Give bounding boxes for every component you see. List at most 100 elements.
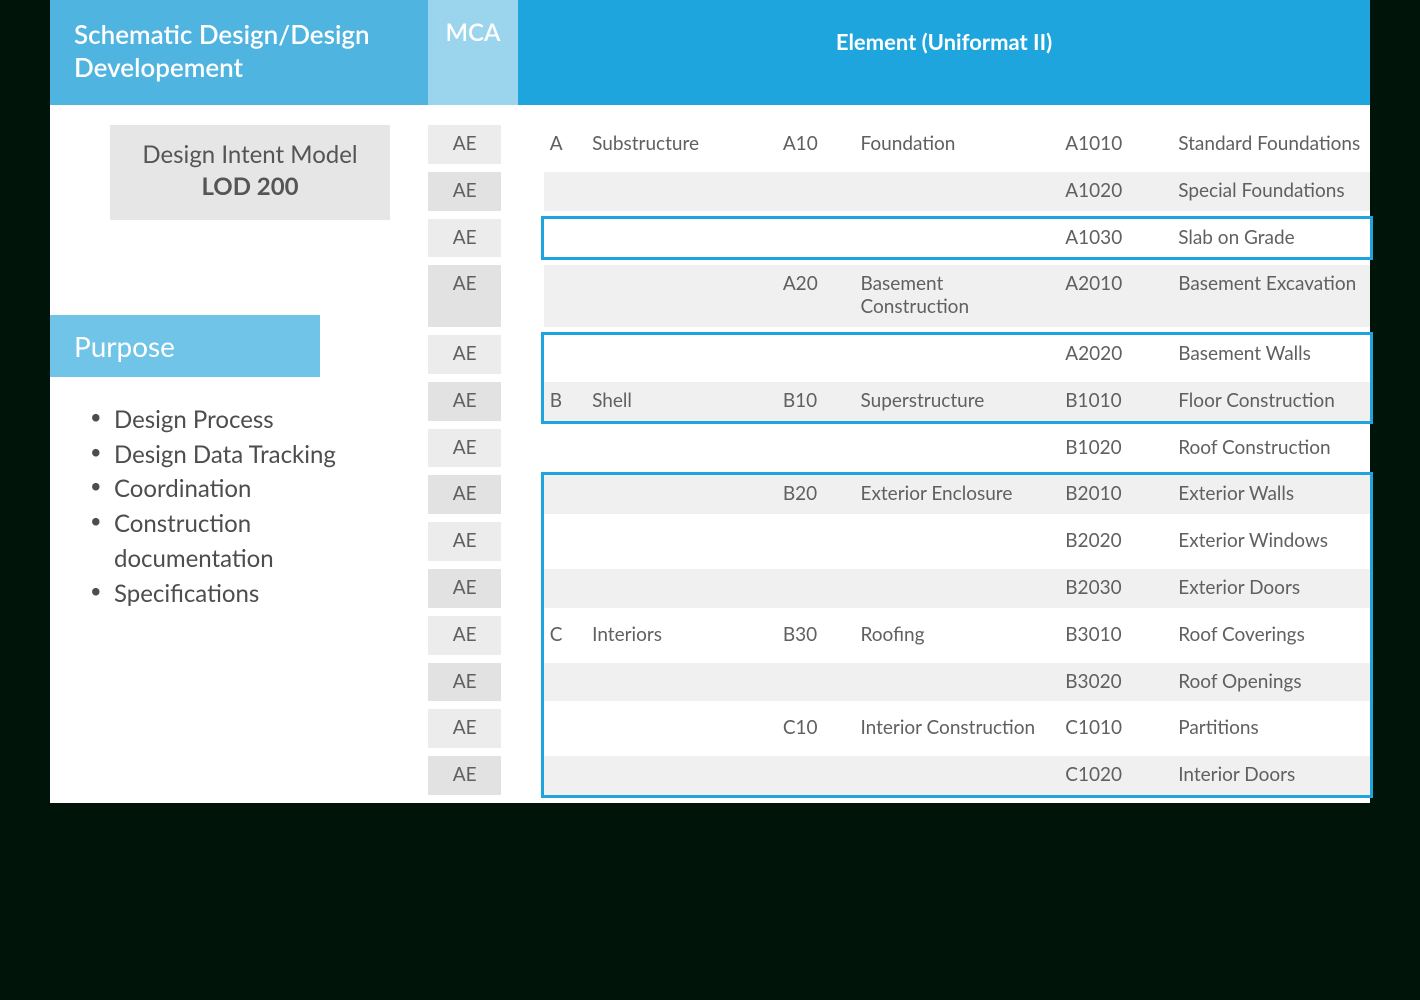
- table-cell: [854, 335, 1059, 374]
- table-cell: AE: [428, 522, 501, 561]
- table-cell: [544, 709, 586, 748]
- element-table: AEASubstructureA10FoundationA1010Standar…: [428, 117, 1370, 803]
- table-cell: [854, 522, 1059, 561]
- table-cell: AE: [428, 616, 501, 655]
- table-cell: Partitions: [1172, 709, 1370, 748]
- table-cell: [501, 569, 543, 608]
- table-cell: Special Foundations: [1172, 172, 1370, 211]
- element-table-wrap: AEASubstructureA10FoundationA1010Standar…: [428, 105, 1370, 803]
- table-cell: AE: [428, 475, 501, 514]
- table-cell: Exterior Enclosure: [854, 475, 1059, 514]
- table-row: AEB20Exterior EnclosureB2010Exterior Wal…: [428, 475, 1370, 514]
- table-cell: AE: [428, 219, 501, 258]
- table-cell: AE: [428, 756, 501, 795]
- table-cell: [777, 172, 855, 211]
- table-cell: B: [544, 382, 586, 421]
- table-cell: A2010: [1059, 265, 1172, 327]
- table-row: AEA1020Special Foundations: [428, 172, 1370, 211]
- left-column: Design Intent Model LOD 200 Purpose Desi…: [50, 105, 428, 612]
- table-cell: [586, 522, 777, 561]
- table-cell: [501, 522, 543, 561]
- table-cell: AE: [428, 172, 501, 211]
- table-cell: [501, 756, 543, 795]
- table-cell: [501, 429, 543, 468]
- table-cell: Basement Walls: [1172, 335, 1370, 374]
- table-cell: AE: [428, 663, 501, 702]
- table-cell: [586, 335, 777, 374]
- header-row: Schematic Design/Design Developement MCA…: [50, 0, 1370, 105]
- table-cell: AE: [428, 569, 501, 608]
- table-cell: [854, 756, 1059, 795]
- purpose-list: Design ProcessDesign Data TrackingCoordi…: [50, 403, 390, 612]
- table-cell: [586, 219, 777, 258]
- purpose-heading: Purpose: [50, 315, 320, 377]
- table-cell: B30: [777, 616, 855, 655]
- table-cell: [777, 335, 855, 374]
- table-cell: [854, 663, 1059, 702]
- table-cell: B20: [777, 475, 855, 514]
- table-cell: [586, 265, 777, 327]
- purpose-item: Coordination: [90, 472, 390, 507]
- table-cell: Standard Foundations: [1172, 125, 1370, 164]
- table-cell: B2010: [1059, 475, 1172, 514]
- table-cell: AE: [428, 709, 501, 748]
- table-cell: [777, 569, 855, 608]
- table-cell: B10: [777, 382, 855, 421]
- header-sdd: Schematic Design/Design Developement: [50, 0, 428, 105]
- table-row: AEB2020Exterior Windows: [428, 522, 1370, 561]
- table-row: AEB2030Exterior Doors: [428, 569, 1370, 608]
- table-cell: [501, 616, 543, 655]
- table-cell: AE: [428, 125, 501, 164]
- table-row: AEC10Interior ConstructionC1010Partition…: [428, 709, 1370, 748]
- table-cell: B3010: [1059, 616, 1172, 655]
- table-cell: A2020: [1059, 335, 1172, 374]
- table-cell: [777, 522, 855, 561]
- design-intent-box: Design Intent Model LOD 200: [110, 125, 390, 220]
- table-cell: Substructure: [586, 125, 777, 164]
- table-cell: B1010: [1059, 382, 1172, 421]
- table-cell: [544, 475, 586, 514]
- table-cell: [544, 522, 586, 561]
- header-element: Element (Uniformat II): [518, 0, 1370, 105]
- table-cell: Basement Excavation: [1172, 265, 1370, 327]
- table-cell: [586, 663, 777, 702]
- table-cell: Interior Construction: [854, 709, 1059, 748]
- table-cell: AE: [428, 265, 501, 327]
- table-cell: [586, 569, 777, 608]
- table-cell: [544, 756, 586, 795]
- table-row: AEBShellB10SuperstructureB1010Floor Cons…: [428, 382, 1370, 421]
- table-cell: B1020: [1059, 429, 1172, 468]
- table-row: AEC1020Interior Doors: [428, 756, 1370, 795]
- table-cell: [501, 219, 543, 258]
- table-cell: [777, 429, 855, 468]
- table-cell: A20: [777, 265, 855, 327]
- header-mca: MCA: [428, 0, 518, 105]
- table-cell: Floor Construction: [1172, 382, 1370, 421]
- table-cell: [501, 125, 543, 164]
- table-row: AEA2020Basement Walls: [428, 335, 1370, 374]
- table-cell: [586, 709, 777, 748]
- table-cell: A10: [777, 125, 855, 164]
- table-cell: [501, 663, 543, 702]
- table-cell: A1010: [1059, 125, 1172, 164]
- table-row: AEB3020Roof Openings: [428, 663, 1370, 702]
- table-cell: [586, 429, 777, 468]
- table-cell: Slab on Grade: [1172, 219, 1370, 258]
- table-cell: Interiors: [586, 616, 777, 655]
- table-cell: [501, 172, 543, 211]
- document-canvas: Schematic Design/Design Developement MCA…: [50, 0, 1370, 803]
- dim-line1: Design Intent Model: [142, 140, 357, 169]
- table-cell: Roof Openings: [1172, 663, 1370, 702]
- table-row: AEA20Basement ConstructionA2010Basement …: [428, 265, 1370, 327]
- table-cell: C1020: [1059, 756, 1172, 795]
- table-cell: C10: [777, 709, 855, 748]
- table-cell: Superstructure: [854, 382, 1059, 421]
- table-cell: [586, 475, 777, 514]
- table-cell: A1030: [1059, 219, 1172, 258]
- table-cell: [854, 172, 1059, 211]
- table-cell: Exterior Doors: [1172, 569, 1370, 608]
- table-cell: Shell: [586, 382, 777, 421]
- table-cell: [544, 663, 586, 702]
- purpose-item: Design Data Tracking: [90, 438, 390, 473]
- table-cell: [544, 265, 586, 327]
